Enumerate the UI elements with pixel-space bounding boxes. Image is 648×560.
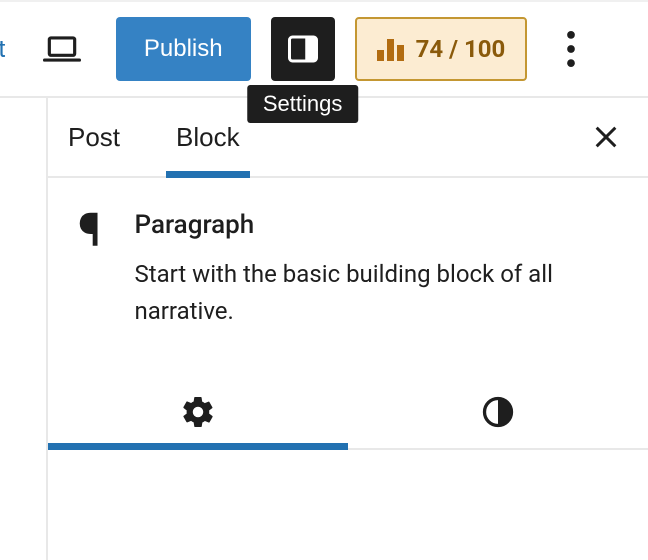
block-title: Paragraph — [134, 210, 620, 240]
close-panel-button[interactable] — [582, 113, 630, 161]
publish-button[interactable]: Publish — [116, 17, 251, 81]
settings-toggle-button[interactable]: Settings — [271, 17, 335, 81]
subtab-styles[interactable] — [348, 376, 648, 448]
gear-icon — [180, 394, 216, 430]
panel-tabs: Post Block — [48, 98, 648, 178]
view-device-button[interactable] — [30, 17, 94, 81]
sidebar-panel-icon — [285, 31, 321, 67]
contrast-icon — [480, 394, 516, 430]
subtab-settings[interactable] — [48, 376, 348, 448]
seo-score-badge[interactable]: 74 / 100 — [355, 17, 528, 81]
laptop-icon — [43, 30, 81, 68]
more-options-button[interactable] — [543, 17, 599, 81]
cropped-text-fragment: t — [0, 35, 26, 63]
tab-block[interactable]: Block — [170, 98, 246, 176]
settings-panel: Post Block ¶ Paragraph Start with the ba… — [48, 98, 648, 560]
close-icon — [592, 123, 620, 151]
seo-score-value: 74 / 100 — [416, 35, 506, 63]
bar-chart-icon — [377, 37, 404, 61]
block-subtabs — [48, 376, 648, 450]
kebab-icon — [567, 31, 575, 67]
tab-post[interactable]: Post — [62, 98, 126, 176]
block-info-card: ¶ Paragraph Start with the basic buildin… — [48, 178, 648, 330]
topbar-left-group: t — [0, 2, 94, 96]
panel-left-spacer — [0, 98, 48, 560]
block-description: Start with the basic building block of a… — [134, 256, 620, 330]
paragraph-icon: ¶ — [78, 208, 100, 330]
editor-top-bar: t Publish Settings 74 / 100 — [0, 2, 648, 98]
